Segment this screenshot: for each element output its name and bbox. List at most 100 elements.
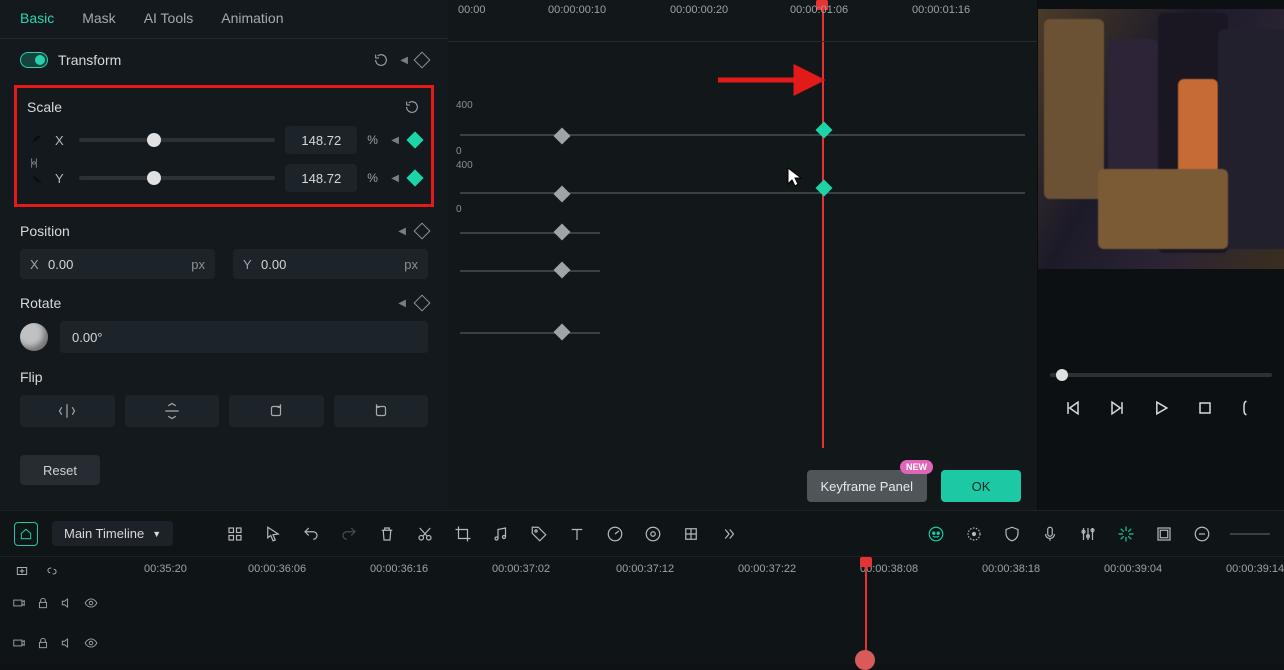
rotate-prev-kf-icon[interactable]: ◀ bbox=[398, 298, 406, 309]
keyframe-node[interactable] bbox=[554, 224, 571, 241]
ai-assistant-icon[interactable] bbox=[926, 524, 946, 544]
timeline-tools-row bbox=[0, 557, 140, 585]
scale-y-keyframe-icon[interactable] bbox=[407, 170, 424, 187]
tab-basic[interactable]: Basic bbox=[20, 10, 54, 26]
keyframe-node[interactable] bbox=[554, 186, 571, 203]
chevron-down-icon: ▼ bbox=[152, 529, 161, 539]
keyframe-panel-button[interactable]: Keyframe Panel NEW bbox=[807, 470, 928, 502]
rotate-keyframe-icon[interactable] bbox=[414, 295, 431, 312]
mic-icon[interactable] bbox=[1040, 524, 1060, 544]
track-add-icon[interactable] bbox=[12, 561, 32, 581]
playback-controls bbox=[1038, 397, 1284, 419]
timeline-track-headers bbox=[0, 557, 140, 664]
reset-scale-icon[interactable] bbox=[403, 98, 421, 116]
ruler-tick: 00:00:36:06 bbox=[248, 563, 306, 575]
keyframe-node[interactable] bbox=[554, 324, 571, 341]
scale-y-slider[interactable] bbox=[79, 176, 275, 180]
record-icon[interactable] bbox=[964, 524, 984, 544]
timeline-playhead[interactable] bbox=[865, 557, 867, 664]
zoom-out-icon[interactable] bbox=[1192, 524, 1212, 544]
keyframe-node[interactable] bbox=[554, 128, 571, 145]
undo-icon[interactable] bbox=[301, 524, 321, 544]
scale-y-prev-kf-icon[interactable]: ◀ bbox=[391, 173, 399, 184]
rotate-value-field[interactable]: 0.00° bbox=[60, 321, 428, 353]
rotate-dial[interactable] bbox=[20, 323, 48, 351]
timeline-selector[interactable]: Main Timeline ▼ bbox=[52, 521, 173, 546]
speed-tool-icon[interactable] bbox=[605, 524, 625, 544]
curve-x-icon[interactable] bbox=[27, 131, 45, 149]
preview-progress-slider[interactable] bbox=[1050, 373, 1272, 377]
scale-title: Scale bbox=[27, 99, 393, 115]
position-x-label: X bbox=[30, 257, 48, 272]
position-y-field[interactable]: Y 0.00 px bbox=[233, 249, 428, 279]
visibility-icon[interactable] bbox=[84, 596, 98, 613]
zoom-slider[interactable] bbox=[1230, 533, 1270, 535]
ok-button[interactable]: OK bbox=[941, 470, 1021, 502]
transform-toggle[interactable] bbox=[20, 52, 48, 68]
more-tools-icon[interactable] bbox=[719, 524, 739, 544]
play-button[interactable] bbox=[1150, 397, 1172, 419]
scale-x-value[interactable]: 148.72 bbox=[285, 126, 357, 154]
track-link-icon[interactable] bbox=[42, 561, 62, 581]
delete-icon[interactable] bbox=[377, 524, 397, 544]
tab-ai-tools[interactable]: AI Tools bbox=[144, 10, 194, 26]
position-x-field[interactable]: X 0.00 px bbox=[20, 249, 215, 279]
color-tool-icon[interactable] bbox=[643, 524, 663, 544]
video-track-header[interactable] bbox=[0, 585, 140, 625]
prev-frame-button[interactable] bbox=[1062, 397, 1084, 419]
lock-icon[interactable] bbox=[36, 596, 50, 613]
next-frame-button[interactable] bbox=[1106, 397, 1128, 419]
position-prev-kf-icon[interactable]: ◀ bbox=[398, 226, 406, 237]
annotation-arrow-icon bbox=[716, 62, 826, 98]
ruler-tick: 00:00:39:14 bbox=[1226, 563, 1284, 575]
timeline-marker[interactable] bbox=[855, 650, 875, 670]
rotate-ccw-button[interactable] bbox=[334, 395, 429, 427]
layout-icon[interactable] bbox=[1154, 524, 1174, 544]
position-keyframe-icon[interactable] bbox=[414, 223, 431, 240]
timeline-ruler[interactable]: 00:35:20 00:00:36:06 00:00:36:16 00:00:3… bbox=[140, 557, 1284, 587]
grid-icon[interactable] bbox=[225, 524, 245, 544]
rotate-cw-button[interactable] bbox=[229, 395, 324, 427]
reset-button[interactable]: Reset bbox=[20, 455, 100, 485]
home-button[interactable] bbox=[14, 522, 38, 546]
tab-mask[interactable]: Mask bbox=[82, 10, 115, 26]
visibility-icon[interactable] bbox=[84, 636, 98, 653]
mute-icon[interactable] bbox=[60, 636, 74, 653]
redo-icon[interactable] bbox=[339, 524, 359, 544]
lock-icon[interactable] bbox=[36, 636, 50, 653]
video-preview[interactable] bbox=[1038, 9, 1284, 269]
scale-x-slider[interactable] bbox=[79, 138, 275, 142]
mute-icon[interactable] bbox=[60, 596, 74, 613]
graph-time-ruler[interactable]: 00:00 00:00:00:10 00:00:00:20 00:00:01:0… bbox=[448, 0, 1037, 42]
reset-transform-icon[interactable] bbox=[372, 51, 390, 69]
ruler-tick: 00:00:00:10 bbox=[548, 4, 606, 16]
scale-x-keyframe-icon[interactable] bbox=[407, 132, 424, 149]
effects-icon[interactable] bbox=[681, 524, 701, 544]
ruler-tick: 00:00:37:12 bbox=[616, 563, 674, 575]
tag-icon[interactable] bbox=[529, 524, 549, 544]
cut-icon[interactable] bbox=[415, 524, 435, 544]
video-track-header-2[interactable] bbox=[0, 624, 140, 664]
scale-y-unit: % bbox=[367, 171, 381, 185]
crop-icon[interactable] bbox=[453, 524, 473, 544]
select-tool-icon[interactable] bbox=[263, 524, 283, 544]
stop-button[interactable] bbox=[1194, 397, 1216, 419]
magnet-snap-icon[interactable] bbox=[1116, 524, 1136, 544]
ruler-tick: 00:00:01:16 bbox=[912, 4, 970, 16]
prev-keyframe-icon[interactable]: ◀ bbox=[400, 55, 408, 66]
scale-y-value[interactable]: 148.72 bbox=[285, 164, 357, 192]
bracket-icon[interactable] bbox=[1238, 397, 1260, 419]
flip-vertical-button[interactable] bbox=[125, 395, 220, 427]
scale-group-highlight: Scale X 148.72 % ◀ bbox=[14, 85, 434, 207]
curve-y-icon[interactable] bbox=[27, 169, 45, 187]
tab-animation[interactable]: Animation bbox=[221, 10, 283, 26]
scale-x-prev-kf-icon[interactable]: ◀ bbox=[391, 135, 399, 146]
keyframe-node[interactable] bbox=[554, 262, 571, 279]
text-tool-icon[interactable] bbox=[567, 524, 587, 544]
shield-icon[interactable] bbox=[1002, 524, 1022, 544]
add-keyframe-icon[interactable] bbox=[414, 52, 431, 69]
flip-horizontal-button[interactable] bbox=[20, 395, 115, 427]
mixer-icon[interactable] bbox=[1078, 524, 1098, 544]
graph-area[interactable]: 400 0 400 0 bbox=[448, 42, 1037, 450]
audio-tool-icon[interactable] bbox=[491, 524, 511, 544]
